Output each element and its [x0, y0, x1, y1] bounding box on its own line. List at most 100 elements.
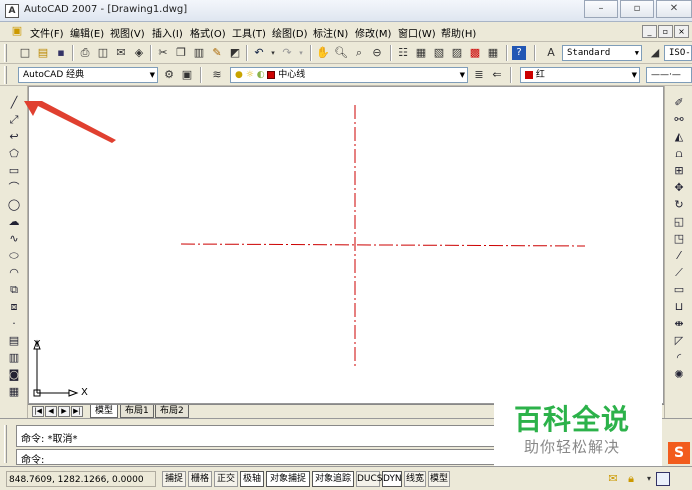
- markup-icon[interactable]: ▩: [468, 46, 482, 60]
- status-menu-arrow-icon[interactable]: ▾: [642, 472, 656, 486]
- grid-toggle[interactable]: 栅格: [188, 471, 212, 487]
- text-style-icon[interactable]: A: [544, 46, 558, 60]
- menu-view[interactable]: 视图(V): [110, 25, 145, 40]
- polygon-icon[interactable]: ⬠: [7, 147, 21, 161]
- design-center-icon[interactable]: ▦: [414, 46, 428, 60]
- make-block-icon[interactable]: ⧈: [7, 300, 21, 314]
- extend-icon[interactable]: ⟋: [672, 266, 686, 280]
- tab-layout2[interactable]: 布局2: [155, 405, 189, 418]
- fillet-icon[interactable]: ◜: [672, 351, 686, 365]
- close-button[interactable]: ✕: [656, 0, 692, 18]
- model-space-toggle[interactable]: 模型: [428, 471, 450, 487]
- command-window-grip[interactable]: [4, 425, 7, 463]
- properties-icon[interactable]: ☷: [396, 46, 410, 60]
- prev-tab-button[interactable]: ◀: [45, 406, 57, 417]
- lineweight-toggle[interactable]: 线宽: [404, 471, 426, 487]
- stretch-icon[interactable]: ◳: [672, 232, 686, 246]
- menu-tools[interactable]: 工具(T): [232, 25, 266, 40]
- next-tab-button[interactable]: ▶: [58, 406, 70, 417]
- spline-icon[interactable]: ∿: [7, 232, 21, 246]
- autocad-app-icon[interactable]: A: [5, 4, 19, 18]
- last-tab-button[interactable]: ▶|: [71, 406, 83, 417]
- copy-object-icon[interactable]: ⚯: [672, 113, 686, 127]
- gradient-icon[interactable]: ▥: [7, 351, 21, 365]
- circle-icon[interactable]: ◯: [7, 198, 21, 212]
- menu-window[interactable]: 窗口(W): [398, 25, 436, 40]
- layer-previous-icon[interactable]: ⇐: [490, 68, 504, 82]
- menu-format[interactable]: 格式(O): [190, 25, 226, 40]
- first-tab-button[interactable]: |◀: [32, 406, 44, 417]
- array-icon[interactable]: ⊞: [672, 164, 686, 178]
- point-icon[interactable]: ·: [7, 317, 21, 331]
- paste-icon[interactable]: ▥: [192, 46, 206, 60]
- polyline-icon[interactable]: ↩: [7, 130, 21, 144]
- dim-style-icon[interactable]: ◢: [648, 46, 662, 60]
- make-current-layer-icon[interactable]: ≣: [472, 68, 486, 82]
- undo-icon[interactable]: ↶: [252, 46, 266, 60]
- drawing-canvas[interactable]: Y X: [28, 86, 664, 404]
- menu-insert[interactable]: 插入(I): [152, 25, 183, 40]
- publish-icon[interactable]: ✉: [114, 46, 128, 60]
- clean-screen-icon[interactable]: [656, 472, 670, 486]
- ellipse-icon[interactable]: ⬭: [7, 249, 21, 263]
- doc-close-button[interactable]: ×: [674, 25, 689, 38]
- break-at-point-icon[interactable]: ▭: [672, 283, 686, 297]
- otrack-toggle[interactable]: 对象追踪: [312, 471, 354, 487]
- command-input[interactable]: 命令:: [16, 449, 496, 466]
- redo-dropdown-icon[interactable]: ▾: [294, 46, 308, 60]
- lock-icon[interactable]: 🔒︎: [624, 472, 638, 486]
- arc-icon[interactable]: ⌒: [7, 181, 21, 195]
- drawing-doc-icon[interactable]: ▣: [10, 24, 24, 38]
- snap-toggle[interactable]: 捕捉: [162, 471, 186, 487]
- print-preview-icon[interactable]: ◫: [96, 46, 110, 60]
- zoom-window-icon[interactable]: ⌕: [352, 46, 366, 60]
- horizontal-centerline[interactable]: [180, 243, 586, 247]
- rotate-icon[interactable]: ↻: [672, 198, 686, 212]
- menu-edit[interactable]: 编辑(E): [70, 25, 104, 40]
- print-icon[interactable]: ⎙: [78, 46, 92, 60]
- line-icon[interactable]: ╱: [7, 96, 21, 110]
- match-properties-icon[interactable]: ✎: [210, 46, 224, 60]
- insert-block-icon[interactable]: ⧉: [7, 283, 21, 297]
- join-icon[interactable]: ⇼: [672, 317, 686, 331]
- rectangle-icon[interactable]: ▭: [7, 164, 21, 178]
- copy-icon[interactable]: ❐: [174, 46, 188, 60]
- ellipse-arc-icon[interactable]: ◠: [7, 266, 21, 280]
- workspace-settings-icon[interactable]: ⚙: [162, 68, 176, 82]
- zoom-realtime-icon[interactable]: 🔍︎: [334, 46, 348, 60]
- ducs-toggle[interactable]: DUCS: [356, 471, 383, 487]
- sheet-set-icon[interactable]: ▨: [450, 46, 464, 60]
- text-style-select[interactable]: Standard ▼: [562, 45, 642, 61]
- communication-center-icon[interactable]: ✉: [606, 472, 620, 486]
- menu-draw[interactable]: 绘图(D): [272, 25, 308, 40]
- layer-manager-icon[interactable]: ≋: [210, 68, 224, 82]
- dim-style-select[interactable]: ISO-: [664, 45, 692, 61]
- offset-icon[interactable]: ⩍: [672, 147, 686, 161]
- minimize-button[interactable]: –: [584, 0, 618, 18]
- table-icon[interactable]: ▦: [7, 385, 21, 399]
- doc-minimize-button[interactable]: _: [642, 25, 657, 38]
- zoom-previous-icon[interactable]: ⊖: [370, 46, 384, 60]
- revision-cloud-icon[interactable]: ☁: [7, 215, 21, 229]
- help-icon[interactable]: ?: [512, 46, 526, 60]
- tab-layout1[interactable]: 布局1: [120, 405, 154, 418]
- color-select[interactable]: 红 ▼: [520, 67, 640, 83]
- pan-icon[interactable]: ✋: [316, 46, 330, 60]
- workspace-select[interactable]: AutoCAD 经典 ▼: [18, 67, 158, 83]
- maximize-button[interactable]: ▫: [620, 0, 654, 18]
- dyn-toggle[interactable]: DYN: [382, 471, 402, 487]
- linetype-select[interactable]: ——·—: [646, 67, 692, 83]
- construction-line-icon[interactable]: ⤢: [7, 113, 21, 127]
- new-file-icon[interactable]: □: [18, 46, 32, 60]
- tab-model[interactable]: 模型: [90, 405, 119, 418]
- toolbar-grip[interactable]: [4, 66, 7, 84]
- doc-restore-button[interactable]: ▫: [658, 25, 673, 38]
- osnap-toggle[interactable]: 对象捕捉: [266, 471, 310, 487]
- trim-icon[interactable]: ⁄: [672, 249, 686, 263]
- tool-palettes-icon[interactable]: ▧: [432, 46, 446, 60]
- move-icon[interactable]: ✥: [672, 181, 686, 195]
- break-icon[interactable]: ⊔: [672, 300, 686, 314]
- coordinate-readout[interactable]: 848.7609, 1282.1266, 0.0000: [6, 471, 156, 487]
- polar-toggle[interactable]: 极轴: [240, 471, 264, 487]
- block-editor-icon[interactable]: ◩: [228, 46, 242, 60]
